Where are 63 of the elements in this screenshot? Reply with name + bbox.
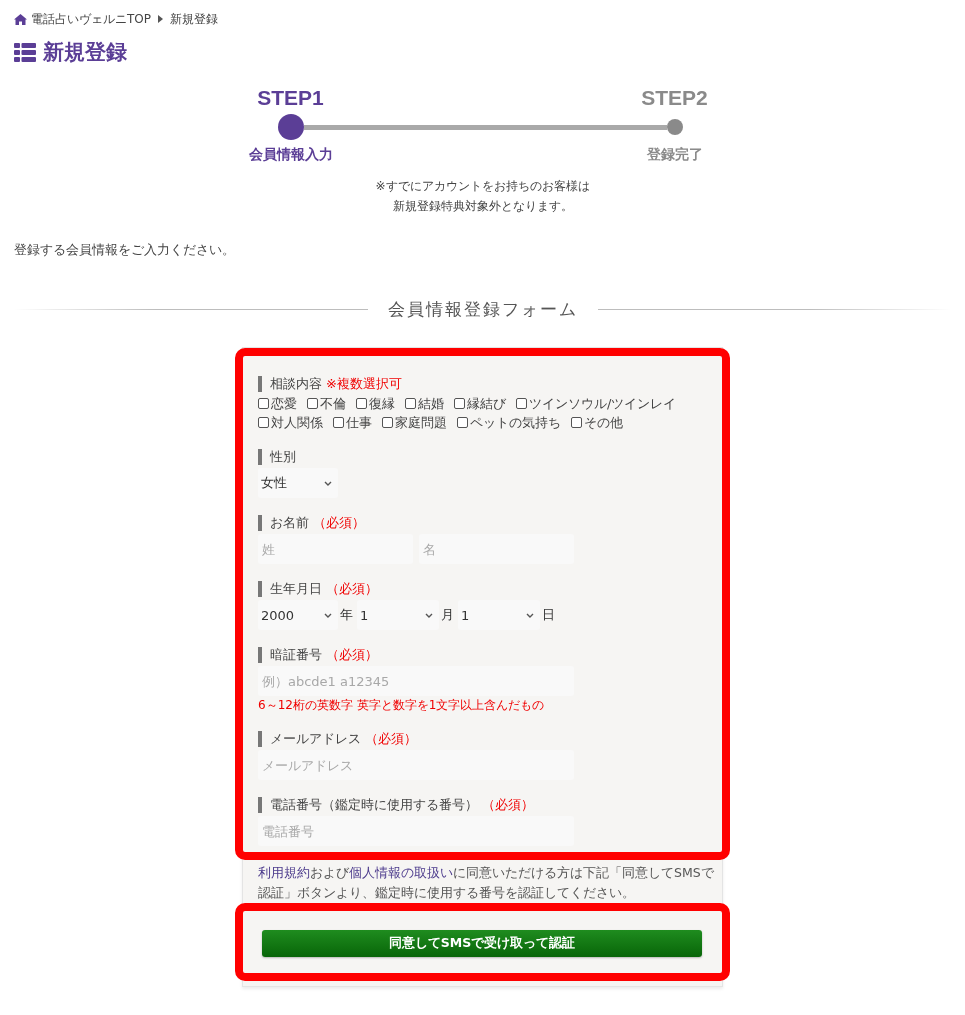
chevron-down-icon bbox=[324, 480, 332, 486]
option-label: 家庭問題 bbox=[395, 413, 447, 432]
field-note: （必須） bbox=[326, 647, 378, 663]
checkbox[interactable] bbox=[454, 398, 465, 409]
step-caption: 会員情報入力 bbox=[248, 146, 333, 164]
option-label: 恋愛 bbox=[271, 394, 297, 413]
option-label: ペットの気持ち bbox=[470, 413, 561, 432]
step-caption: 登録完了 bbox=[646, 146, 703, 164]
unit-label: 年 bbox=[340, 606, 353, 624]
select-field[interactable]: 女性 bbox=[258, 468, 338, 498]
text-link[interactable]: 個人情報の取扱い bbox=[349, 865, 453, 880]
field-note: （必須） bbox=[482, 797, 534, 813]
select-field[interactable]: 2000 bbox=[258, 600, 338, 630]
option-label: その他 bbox=[584, 413, 623, 432]
notice-text: ※すでにアカウントをお持ちのお客様は 新規登録特典対象外となります。 bbox=[375, 178, 590, 215]
checkbox[interactable] bbox=[457, 417, 468, 428]
checkbox[interactable] bbox=[516, 398, 527, 409]
chevron-down-icon bbox=[526, 612, 534, 618]
consent-text: 利用規約および個人情報の取扱いに同意いただける方は下記「同意してSMSで認証」ボタンより、鑑定時に使用する番号を認証してください。 bbox=[257, 864, 715, 902]
field-hint: 6～12桁の英数字 英字と数字を1文字以上含んだもの bbox=[258, 697, 545, 714]
input-field[interactable]: 例）abcde1 a12345 bbox=[258, 666, 574, 696]
intro-text: 登録する会員情報をご入力ください。 bbox=[14, 242, 235, 258]
breadcrumb-current: 新規登録 bbox=[170, 10, 218, 28]
checkbox[interactable] bbox=[356, 398, 367, 409]
option-label: 不倫 bbox=[320, 394, 346, 413]
submit-button[interactable]: 同意してSMSで受け取って認証 bbox=[262, 930, 702, 957]
page-title: 新規登録 bbox=[43, 39, 127, 66]
select-field[interactable]: 1 bbox=[357, 600, 439, 630]
input-field[interactable]: 姓 bbox=[258, 534, 413, 564]
option-label: 復縁 bbox=[369, 394, 395, 413]
home-icon bbox=[14, 13, 27, 25]
checkbox[interactable] bbox=[333, 417, 344, 428]
step-label: STEP2 bbox=[641, 86, 708, 110]
caret-right-icon bbox=[158, 15, 163, 23]
checkbox[interactable] bbox=[258, 398, 269, 409]
field-note: （必須） bbox=[313, 515, 365, 531]
breadcrumb-link[interactable]: 電話占いヴェルニTOP bbox=[14, 10, 151, 28]
chevron-down-icon bbox=[324, 612, 332, 618]
unit-label: 日 bbox=[542, 606, 555, 624]
input-field[interactable]: 名 bbox=[419, 534, 574, 564]
select-field[interactable]: 1 bbox=[458, 600, 540, 630]
chevron-down-icon bbox=[425, 612, 433, 618]
checkbox[interactable] bbox=[405, 398, 416, 409]
field-note: ※複数選択可 bbox=[326, 376, 402, 392]
input-field[interactable]: 電話番号 bbox=[258, 816, 574, 846]
list-icon bbox=[14, 42, 36, 62]
section-heading: 会員情報登録フォーム bbox=[387, 297, 578, 321]
checkbox[interactable] bbox=[571, 417, 582, 428]
step-label: STEP1 bbox=[257, 86, 324, 110]
input-field[interactable]: メールアドレス bbox=[258, 750, 574, 780]
field-label: 相談内容 bbox=[258, 376, 322, 392]
checkbox[interactable] bbox=[382, 417, 393, 428]
field-note: （必須） bbox=[326, 581, 378, 597]
text-link[interactable]: 利用規約 bbox=[258, 865, 310, 880]
option-label: 縁結び bbox=[467, 394, 506, 413]
checkbox[interactable] bbox=[307, 398, 318, 409]
field-note: （必須） bbox=[365, 731, 417, 747]
unit-label: 月 bbox=[441, 606, 454, 624]
option-label: 結婚 bbox=[418, 394, 444, 413]
option-label: ツインソウル/ツインレイ bbox=[529, 394, 677, 413]
option-label: 仕事 bbox=[346, 413, 372, 432]
option-label: 対人関係 bbox=[271, 413, 323, 432]
checkbox[interactable] bbox=[258, 417, 269, 428]
